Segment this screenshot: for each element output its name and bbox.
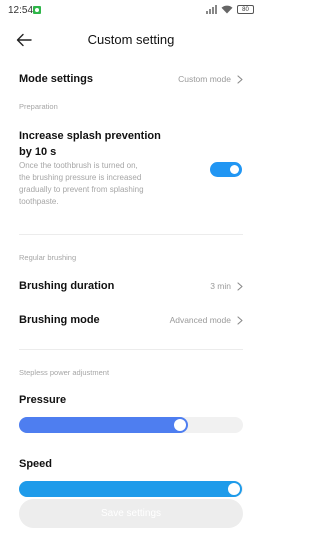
section-label-stepless-power: Stepless power adjustment bbox=[19, 368, 110, 377]
brushing-duration-right: 3 min bbox=[210, 281, 243, 291]
divider bbox=[19, 349, 243, 350]
brushing-mode-row[interactable]: Brushing mode Advanced mode bbox=[19, 311, 243, 329]
section-label-regular-brushing: Regular brushing bbox=[19, 253, 77, 262]
brushing-duration-label: Brushing duration bbox=[19, 280, 115, 292]
divider bbox=[19, 234, 243, 235]
brushing-mode-label: Brushing mode bbox=[19, 314, 100, 326]
splash-prevention-toggle[interactable] bbox=[210, 162, 242, 177]
battery-level: 80 bbox=[242, 7, 249, 13]
wifi-icon bbox=[221, 5, 233, 14]
brushing-duration-row[interactable]: Brushing duration 3 min bbox=[19, 277, 243, 295]
mode-settings-value: Custom mode bbox=[178, 74, 231, 84]
signal-icon bbox=[206, 5, 217, 14]
status-bar: 12:54 80 bbox=[0, 0, 262, 24]
chevron-right-icon bbox=[237, 281, 243, 291]
pressure-slider-thumb[interactable] bbox=[174, 419, 187, 431]
brushing-mode-value: Advanced mode bbox=[169, 315, 231, 325]
notification-app-icon bbox=[33, 6, 41, 14]
splash-prevention-title: Increase splash prevention by 10 s bbox=[19, 130, 161, 158]
speed-slider[interactable] bbox=[19, 481, 243, 497]
status-icons: 80 bbox=[206, 5, 254, 14]
mode-settings-right: Custom mode bbox=[178, 74, 243, 84]
save-settings-button[interactable]: Save settings bbox=[19, 499, 243, 528]
speed-slider-thumb[interactable] bbox=[228, 483, 241, 495]
pressure-label: Pressure bbox=[19, 394, 67, 406]
mode-settings-label: Mode settings bbox=[19, 73, 93, 85]
speed-label: Speed bbox=[19, 458, 53, 470]
splash-prevention-description: Once the toothbrush is turned on, the br… bbox=[19, 161, 144, 206]
section-label-preparation: Preparation bbox=[19, 102, 58, 111]
status-time: 12:54 bbox=[8, 5, 34, 16]
pressure-slider[interactable] bbox=[19, 417, 243, 433]
pressure-slider-fill bbox=[19, 417, 189, 433]
battery-icon: 80 bbox=[237, 5, 254, 14]
brushing-mode-right: Advanced mode bbox=[170, 315, 243, 325]
page-title: Custom setting bbox=[87, 32, 175, 47]
brushing-duration-value: 3 min bbox=[210, 281, 231, 291]
mode-settings-row[interactable]: Mode settings Custom mode bbox=[19, 70, 243, 88]
header: Custom setting bbox=[0, 28, 262, 52]
speed-slider-fill bbox=[19, 481, 243, 497]
chevron-right-icon bbox=[237, 315, 243, 325]
toggle-knob bbox=[230, 165, 239, 174]
chevron-right-icon bbox=[237, 74, 243, 84]
